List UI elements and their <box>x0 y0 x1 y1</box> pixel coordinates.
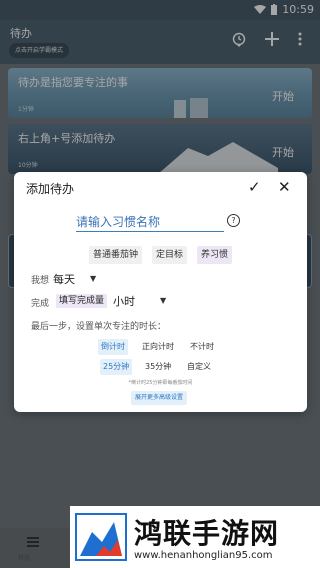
duration-custom[interactable]: 自定义 <box>184 359 214 375</box>
confirm-icon[interactable]: ✓ <box>248 178 261 196</box>
habit-name-input[interactable] <box>76 212 224 232</box>
type-normal-pomodoro[interactable]: 普通番茄钟 <box>89 246 143 264</box>
watermark-url: www.henanhonglian95.com <box>134 550 273 561</box>
chevron-down-icon[interactable]: ▼ <box>160 296 166 305</box>
complete-label: 完成 <box>31 299 50 309</box>
timer-mode-countdown[interactable]: 倒计时 <box>98 339 128 355</box>
duration-35[interactable]: 35分钟 <box>142 359 174 375</box>
help-icon[interactable]: ? <box>227 214 240 227</box>
frequency-select[interactable]: 每天 <box>53 271 75 287</box>
duration-25[interactable]: 25分钟 <box>100 359 133 375</box>
watermark-brand: 鸿联手游网 <box>134 517 280 550</box>
duration-hint: *倒计时25分钟即每番茄时间 <box>128 380 193 386</box>
want-label: 我想 <box>31 276 50 286</box>
more-settings-button[interactable]: 展开更多高级设置 <box>131 391 188 405</box>
chevron-down-icon[interactable]: ▼ <box>90 274 96 283</box>
watermark-logo <box>75 513 127 561</box>
timer-mode-countup[interactable]: 正向计时 <box>139 339 177 355</box>
unit-select[interactable]: 小时 <box>113 293 135 309</box>
type-set-goal[interactable]: 定目标 <box>152 246 188 264</box>
add-todo-dialog: 添加待办 ✓ ✕ ? 普通番茄钟 定目标 养习惯 我想 每天 ▼ 完成 填写完成… <box>14 172 307 412</box>
timer-mode-none[interactable]: 不计时 <box>187 339 217 355</box>
close-icon[interactable]: ✕ <box>278 178 291 196</box>
dialog-title: 添加待办 <box>26 182 75 196</box>
duration-prompt: 最后一步，设置单次专注的时长： <box>31 322 167 332</box>
fill-amount-field[interactable]: 填写完成量 <box>56 294 108 308</box>
type-build-habit[interactable]: 养习惯 <box>197 246 233 264</box>
watermark: 鸿联手游网 www.henanhonglian95.com <box>70 506 320 568</box>
